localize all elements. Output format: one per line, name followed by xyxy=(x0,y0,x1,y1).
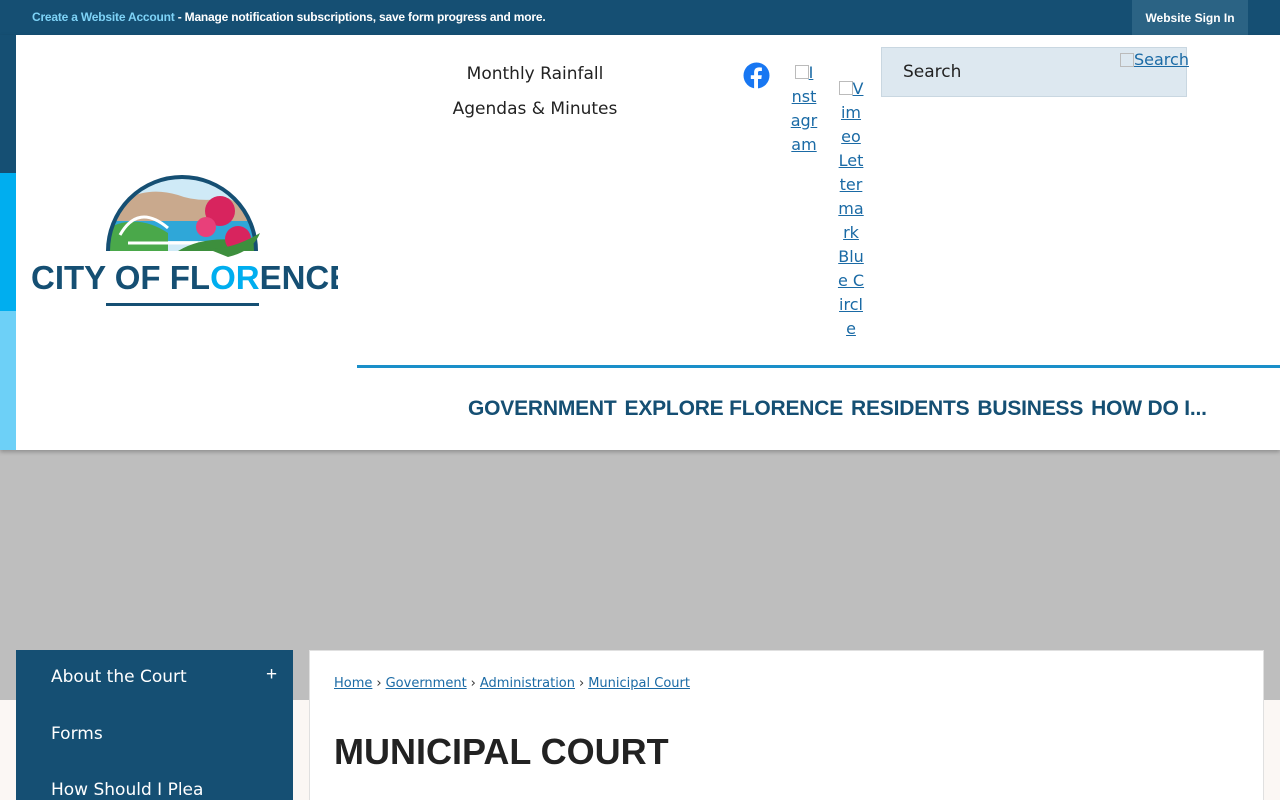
instagram-icon[interactable]: Instagram xyxy=(790,61,818,157)
main-content: Home › Government › Administration › Municipal… xyxy=(309,650,1264,800)
facebook-icon[interactable] xyxy=(743,62,770,89)
quick-link-agendas-minutes[interactable]: Agendas & Minutes xyxy=(430,96,640,131)
search-placeholder: Search xyxy=(903,62,962,82)
website-sign-in-button[interactable]: Website Sign In xyxy=(1132,0,1248,35)
account-promo-text: - Manage notification subscriptions, sav… xyxy=(174,10,546,24)
breadcrumb-municipal-court[interactable]: Municipal Court xyxy=(588,676,690,691)
site-header: CITY OF FLORENCE Monthly Rainfall Agenda… xyxy=(0,35,1280,450)
nav-business[interactable]: BUSINESS xyxy=(977,397,1083,421)
account-promo: Create a Website Account - Manage notifi… xyxy=(32,10,546,24)
sidebar-item-how-should-i-plea[interactable]: How Should I Plea xyxy=(51,780,203,800)
top-bar: Create a Website Account - Manage notifi… xyxy=(0,0,1280,35)
nav-government[interactable]: GOVERNMENT xyxy=(468,397,617,421)
quick-links: Monthly Rainfall Agendas & Minutes xyxy=(430,61,640,131)
accent-stripe-light-cyan xyxy=(0,311,16,450)
city-logo[interactable]: CITY OF FLORENCE xyxy=(28,173,351,313)
breadcrumb-government[interactable]: Government xyxy=(386,676,467,691)
accent-stripe-cyan xyxy=(0,173,16,311)
page-title: MUNICIPAL COURT xyxy=(334,731,669,772)
header-divider xyxy=(357,365,1280,368)
sidebar-item-forms[interactable]: Forms xyxy=(51,724,103,744)
sidebar-item-about-the-court[interactable]: About the Court xyxy=(51,667,187,687)
breadcrumb-home[interactable]: Home xyxy=(334,676,372,691)
accent-stripe-navy xyxy=(0,35,16,173)
breadcrumb-administration[interactable]: Administration xyxy=(480,676,575,691)
create-account-link[interactable]: Create a Website Account xyxy=(32,10,175,24)
breadcrumb: Home › Government › Administration › Municipal… xyxy=(334,676,690,691)
quick-link-monthly-rainfall[interactable]: Monthly Rainfall xyxy=(430,61,640,96)
main-navigation: GOVERNMENT EXPLORE FLORENCE RESIDENTS BU… xyxy=(468,397,1207,421)
search-button[interactable]: Search xyxy=(1120,50,1189,69)
nav-how-do-i[interactable]: HOW DO I... xyxy=(1091,397,1207,421)
logo-wordmark: CITY OF FLORENCE xyxy=(31,259,338,296)
expand-icon[interactable]: + xyxy=(266,664,277,686)
nav-explore-florence[interactable]: EXPLORE FLORENCE xyxy=(625,397,844,421)
side-navigation: About the Court + Forms How Should I Ple… xyxy=(16,650,293,800)
vimeo-icon[interactable]: Vimeo Lettermark Blue Circle xyxy=(837,77,865,341)
nav-residents[interactable]: RESIDENTS xyxy=(851,397,970,421)
